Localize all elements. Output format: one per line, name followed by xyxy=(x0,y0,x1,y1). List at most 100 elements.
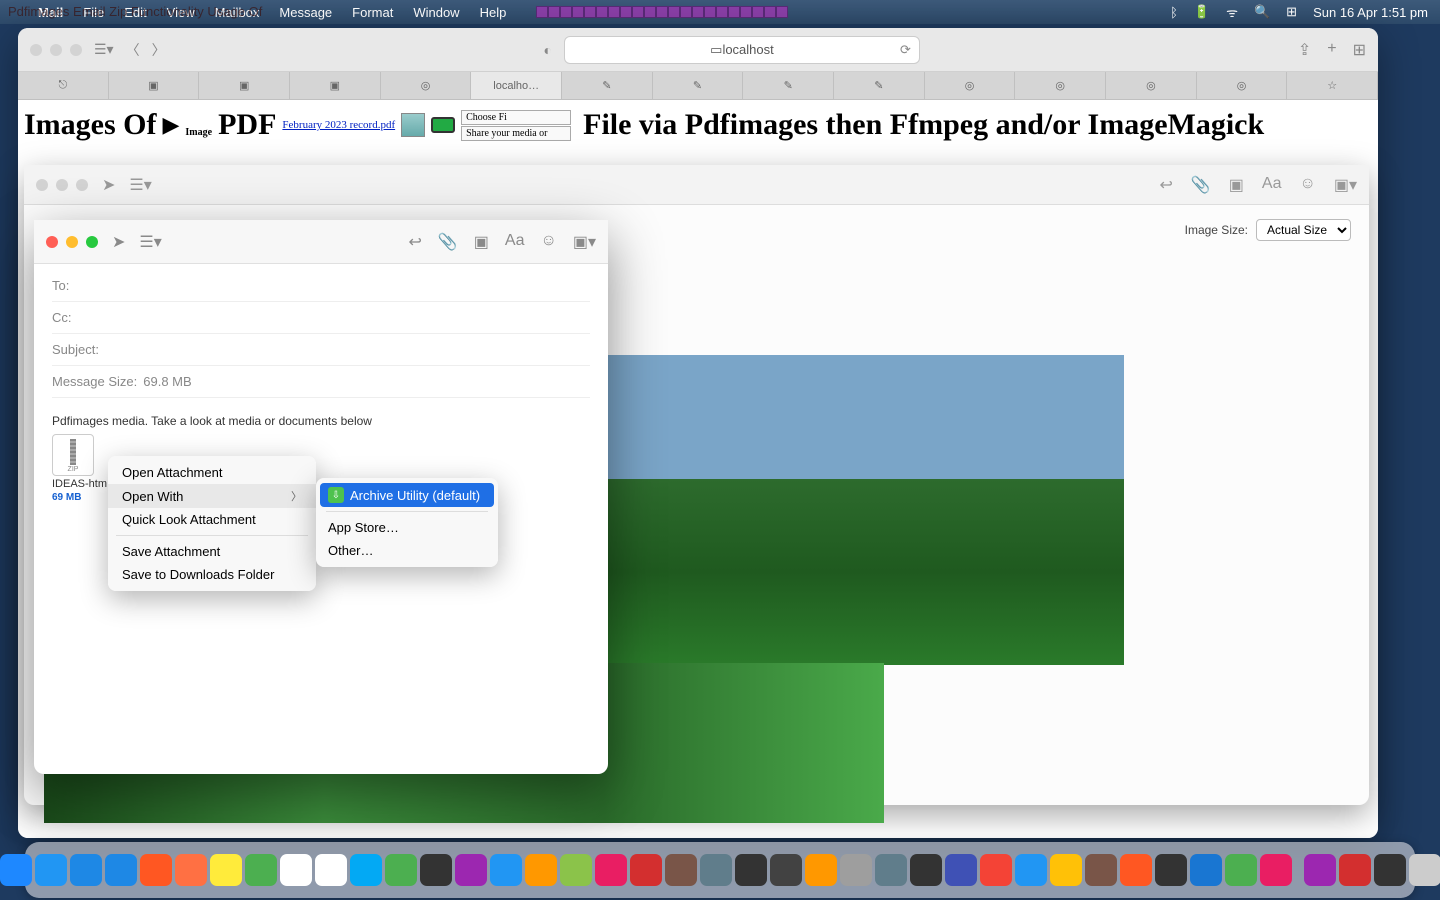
dock-icon[interactable] xyxy=(1225,854,1257,886)
ctx-quick-look[interactable]: Quick Look Attachment xyxy=(108,508,316,531)
dock-icon[interactable] xyxy=(175,854,207,886)
spotlight-icon[interactable]: 🔍 xyxy=(1254,4,1270,20)
tab-12[interactable]: ◎ xyxy=(1106,72,1197,99)
subject-field[interactable]: Subject: xyxy=(52,334,590,366)
dock-icon[interactable] xyxy=(70,854,102,886)
tab-9[interactable]: ✎ xyxy=(834,72,925,99)
menubar-clock[interactable]: Sun 16 Apr 1:51 pm xyxy=(1313,5,1428,20)
dock-icon[interactable] xyxy=(1085,854,1117,886)
reply-icon[interactable]: ↩ xyxy=(408,232,421,252)
play-icon[interactable]: ▶ xyxy=(162,112,179,138)
dock-icon[interactable] xyxy=(1015,854,1047,886)
list-icon[interactable]: ☰▾ xyxy=(129,175,151,195)
ctx-save-downloads[interactable]: Save to Downloads Folder xyxy=(108,563,316,586)
tab-11[interactable]: ◎ xyxy=(1015,72,1106,99)
dock-icon[interactable] xyxy=(840,854,872,886)
dock-icon[interactable] xyxy=(210,854,242,886)
reload-icon[interactable]: ⟳ xyxy=(900,42,911,58)
dock-icon[interactable] xyxy=(420,854,452,886)
menu-window[interactable]: Window xyxy=(403,5,469,20)
dock-icon[interactable] xyxy=(980,854,1012,886)
dock-icon[interactable] xyxy=(105,854,137,886)
tab-8[interactable]: ✎ xyxy=(743,72,834,99)
window-controls[interactable] xyxy=(30,44,82,56)
send-icon[interactable]: ➤ xyxy=(112,232,125,252)
tab-1[interactable]: ▣ xyxy=(109,72,200,99)
back-button[interactable]: 〈 xyxy=(126,40,140,60)
cc-field[interactable]: Cc: xyxy=(52,302,590,334)
share-placeholder[interactable]: Share your media or xyxy=(461,126,571,141)
dock-icon[interactable] xyxy=(1155,854,1187,886)
dock-icon[interactable] xyxy=(665,854,697,886)
dock-icon[interactable] xyxy=(1190,854,1222,886)
wifi-icon[interactable]: ᯤ xyxy=(1226,3,1238,21)
dock-icon[interactable] xyxy=(560,854,592,886)
media-icon[interactable]: ▣▾ xyxy=(1334,175,1357,195)
dock-icon[interactable] xyxy=(700,854,732,886)
tab-0[interactable]: ⎋ xyxy=(18,72,109,99)
pdf-link[interactable]: February 2023 record.pdf xyxy=(282,119,395,131)
reader-icon[interactable]: ◐ xyxy=(544,42,552,58)
tab-4[interactable]: ◎ xyxy=(381,72,472,99)
dock-icon[interactable] xyxy=(140,854,172,886)
back-window-controls[interactable] xyxy=(36,179,88,191)
to-field[interactable]: To: xyxy=(52,270,590,302)
dock-icon[interactable] xyxy=(35,854,67,886)
markup-icon[interactable]: ▣ xyxy=(474,232,489,252)
ctx-open-with[interactable]: Open With〉 xyxy=(108,484,316,508)
sub-app-store[interactable]: App Store… xyxy=(320,516,494,539)
ctx-save-attachment[interactable]: Save Attachment xyxy=(108,540,316,563)
sidebar-icon[interactable]: ☰▾ xyxy=(94,41,114,58)
zip-icon[interactable]: ZIP xyxy=(52,434,94,476)
dock-icon[interactable] xyxy=(595,854,627,886)
tab-3[interactable]: ▣ xyxy=(290,72,381,99)
menu-format[interactable]: Format xyxy=(342,5,403,20)
dock-icon[interactable] xyxy=(385,854,417,886)
dock-icon[interactable] xyxy=(455,854,487,886)
send-icon[interactable]: ➤ xyxy=(102,175,115,195)
font-icon[interactable]: Aa xyxy=(1262,175,1282,195)
bluetooth-icon[interactable]: ᛒ xyxy=(1170,5,1178,20)
dock-icon[interactable] xyxy=(0,854,32,886)
tab-7[interactable]: ✎ xyxy=(653,72,744,99)
dock-trash[interactable] xyxy=(1409,854,1440,886)
dock-icon[interactable] xyxy=(315,854,347,886)
dock-icon[interactable] xyxy=(525,854,557,886)
media-icon[interactable]: ▣▾ xyxy=(573,232,596,252)
dock-icon[interactable] xyxy=(245,854,277,886)
battery-icon[interactable]: 🔋 xyxy=(1194,4,1210,20)
dock-icon[interactable] xyxy=(875,854,907,886)
tabs-icon[interactable]: ⊞ xyxy=(1353,40,1366,60)
dock-icon[interactable] xyxy=(1050,854,1082,886)
forward-button[interactable]: 〉 xyxy=(152,40,166,60)
emoji-icon[interactable]: ☺ xyxy=(1300,175,1316,195)
image-size-select[interactable]: Actual Size xyxy=(1256,219,1351,241)
dock-icon[interactable] xyxy=(770,854,802,886)
tab-6[interactable]: ✎ xyxy=(562,72,653,99)
sub-archive-utility[interactable]: ⇩ Archive Utility (default) xyxy=(320,483,494,507)
dock-icon[interactable] xyxy=(945,854,977,886)
dock-icon[interactable] xyxy=(1339,854,1371,886)
tab-13[interactable]: ◎ xyxy=(1197,72,1288,99)
dock-icon[interactable] xyxy=(630,854,662,886)
dock-icon[interactable] xyxy=(490,854,522,886)
tab-10[interactable]: ◎ xyxy=(925,72,1016,99)
choose-file-button[interactable]: Choose Fi xyxy=(461,110,571,125)
header-list-icon[interactable]: ☰▾ xyxy=(139,232,161,252)
body-text[interactable]: Pdfimages media. Take a look at media or… xyxy=(52,414,590,428)
control-center-icon[interactable]: ⊞ xyxy=(1286,4,1297,20)
menu-message[interactable]: Message xyxy=(269,5,342,20)
dock-icon[interactable] xyxy=(1374,854,1406,886)
dock-icon[interactable] xyxy=(805,854,837,886)
tab-5[interactable]: localho… xyxy=(471,72,562,99)
photo-icon[interactable]: ▣ xyxy=(1229,175,1244,195)
ctx-open-attachment[interactable]: Open Attachment xyxy=(108,461,316,484)
attach-icon[interactable]: 📎 xyxy=(1191,175,1211,195)
sub-other[interactable]: Other… xyxy=(320,539,494,562)
menu-help[interactable]: Help xyxy=(470,5,517,20)
emoji-icon[interactable]: ☺ xyxy=(541,232,557,252)
attach-icon[interactable]: 📎 xyxy=(438,232,458,252)
font-icon[interactable]: Aa xyxy=(505,232,525,252)
dock-icon[interactable] xyxy=(1304,854,1336,886)
dock-icon[interactable] xyxy=(280,854,312,886)
